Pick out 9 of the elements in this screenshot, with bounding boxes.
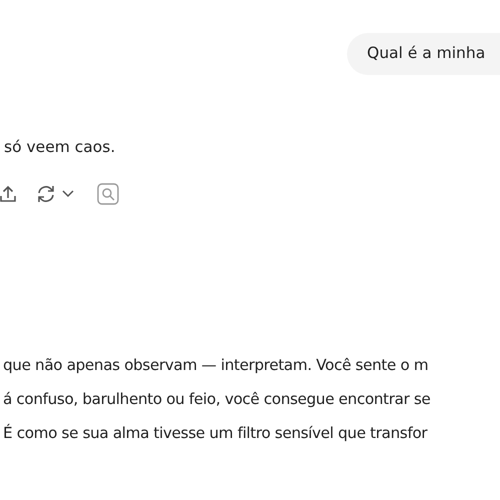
- message-bubble: Qual é a minha: [347, 33, 500, 75]
- text-line: É como se sua alma tivesse um filtro sensível que transfor: [3, 424, 428, 442]
- regenerate-icon[interactable]: [36, 185, 56, 204]
- search-icon[interactable]: [97, 183, 119, 206]
- share-icon[interactable]: [0, 185, 16, 204]
- chevron-down-icon[interactable]: [62, 190, 74, 198]
- text-line: á confuso, barulhento ou feio, você consegue encontrar se: [3, 390, 430, 408]
- reply-text: só veem caos.: [4, 137, 116, 158]
- text-line: que não apenas observam — interpretam. Você sente o m: [3, 356, 428, 374]
